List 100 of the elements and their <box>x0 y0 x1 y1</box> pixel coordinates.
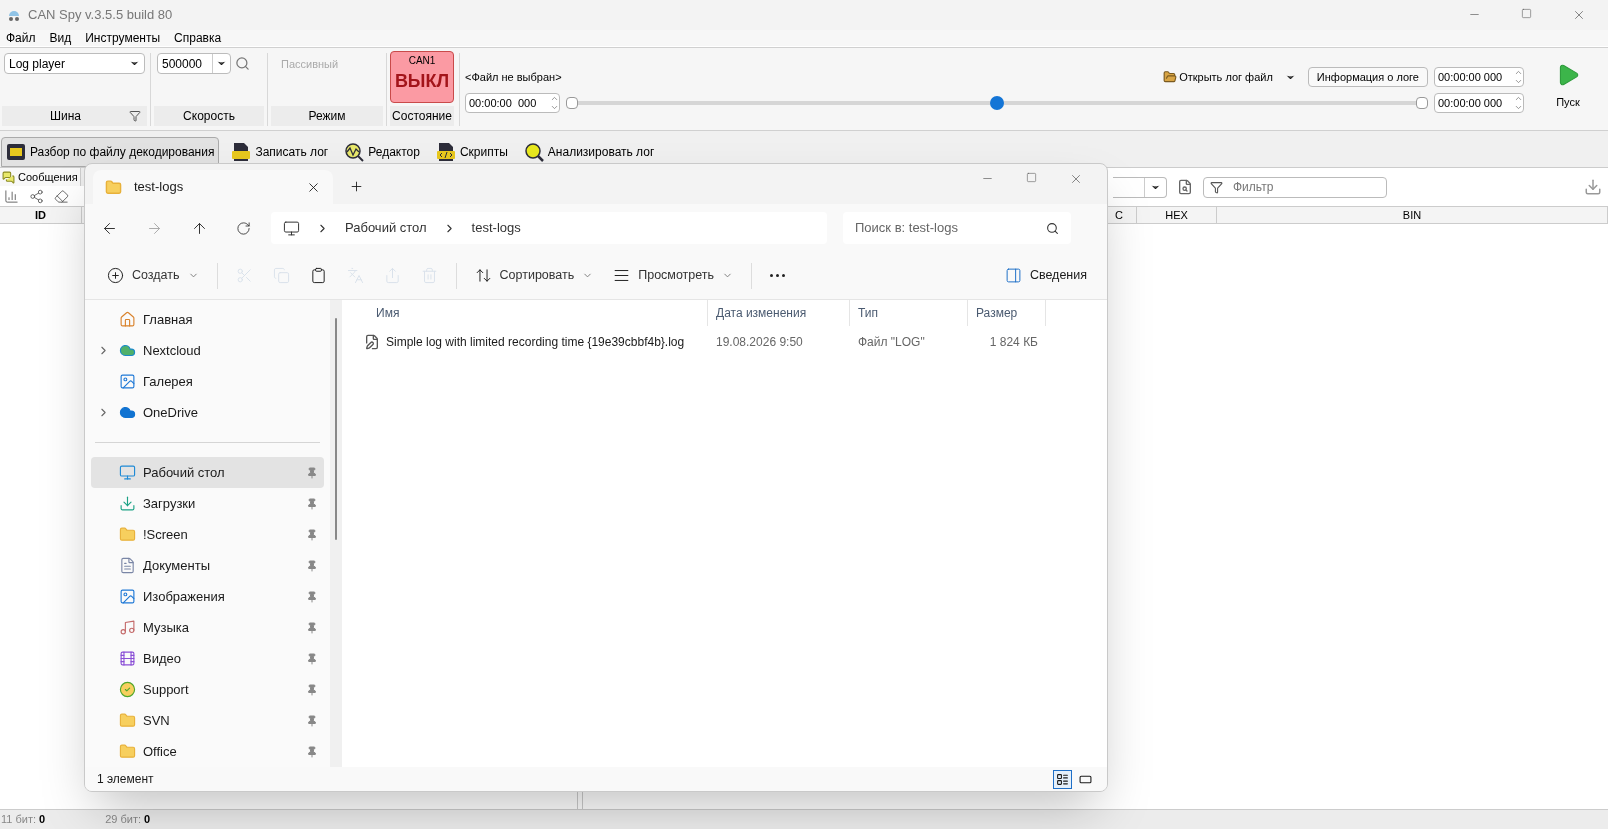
address-bar[interactable]: Рабочий стол test-logs <box>271 212 827 244</box>
download-icon <box>119 495 136 512</box>
sidebar-item[interactable]: Видео <box>91 643 324 674</box>
position-field[interactable]: 00:00:00 000 <box>465 93 560 113</box>
maximize-icon[interactable] <box>1521 8 1532 19</box>
sidebar-item[interactable]: Музыка <box>91 612 324 643</box>
menu-item[interactable]: Инструменты <box>85 29 161 47</box>
spin-buttons[interactable] <box>1514 68 1523 86</box>
status-counter: 11 бит: 0 <box>1 812 46 828</box>
tool-tab[interactable]: Разбор по файлу декодирования <box>1 137 220 167</box>
sidebar-item[interactable]: Главная <box>91 304 324 335</box>
file-label: <Файл не выбран> <box>465 69 563 85</box>
range-end-handle[interactable] <box>1416 97 1428 109</box>
eraser-icon[interactable] <box>54 188 69 204</box>
group-label: Скорость <box>154 106 264 126</box>
graph-icon[interactable] <box>29 188 44 204</box>
filter-icon[interactable] <box>129 110 141 122</box>
sidebar-item[interactable]: Галерея <box>91 366 324 397</box>
open-log-button[interactable]: Открыть лог файл <box>1163 68 1273 86</box>
file-search-icon[interactable] <box>1177 179 1193 195</box>
status-counter: 29 бит: 0 <box>105 812 151 828</box>
cloud-icon <box>119 404 136 421</box>
command-button[interactable]: Сортировать <box>464 259 604 292</box>
scrollbar[interactable] <box>335 318 337 540</box>
messages-tab[interactable]: Сообщения <box>0 168 81 186</box>
file-size: 1 824 КБ <box>988 334 1039 351</box>
combo-box[interactable] <box>1113 176 1167 198</box>
spin-buttons[interactable] <box>1514 94 1523 112</box>
end-time-field[interactable]: 00:00:00 000 <box>1434 93 1524 113</box>
picture-icon <box>119 588 136 605</box>
folder-icon <box>119 526 136 543</box>
cloud-icon <box>119 342 136 359</box>
sidebar-item[interactable]: SVN <box>91 705 324 736</box>
search-field[interactable]: Поиск в: test-logs <box>843 212 1071 244</box>
bus-dropdown[interactable]: Log player <box>4 53 145 74</box>
channel-state-button[interactable]: CAN1 ВЫКЛ <box>390 51 454 103</box>
column-header[interactable]: Тип <box>850 300 968 326</box>
filter-icon <box>1210 180 1223 194</box>
menu-item[interactable]: Справка <box>174 29 222 47</box>
sidebar-item[interactable]: Изображения <box>91 581 324 612</box>
folder-icon <box>119 712 136 729</box>
play-button[interactable]: Пуск <box>1528 53 1608 126</box>
file-type: Файл "LOG" <box>857 334 926 351</box>
close-icon[interactable] <box>1069 172 1083 186</box>
mode-value: Пассивный <box>281 58 339 70</box>
close-icon[interactable] <box>1572 8 1586 22</box>
sidebar-item[interactable]: OneDrive <box>91 397 324 428</box>
new-tab-icon[interactable] <box>349 179 364 194</box>
computer-icon <box>283 219 300 237</box>
sidebar-item[interactable]: Support <box>91 674 324 705</box>
code-file-icon <box>435 142 456 162</box>
chip-icon <box>6 142 26 162</box>
spin-buttons[interactable] <box>550 94 559 112</box>
home-icon <box>119 311 136 328</box>
video-icon <box>119 650 136 667</box>
details-button[interactable]: Сведения <box>996 259 1095 292</box>
log-file-icon <box>231 142 252 162</box>
breadcrumb-item[interactable]: test-logs <box>471 218 521 238</box>
desktop-icon <box>119 464 136 481</box>
view-button[interactable] <box>1053 769 1072 789</box>
range-start-handle[interactable] <box>566 97 578 109</box>
command-button[interactable]: Создать <box>97 259 209 292</box>
waveform-magnifier-icon <box>344 142 365 162</box>
command-button[interactable]: Просмотреть <box>603 259 744 292</box>
column-header[interactable]: C <box>1113 207 1137 223</box>
chart-icon[interactable] <box>4 188 19 204</box>
column-header[interactable]: Размер <box>968 300 1046 326</box>
refresh-icon[interactable] <box>236 220 251 236</box>
synced-folder-icon <box>119 681 136 698</box>
column-header[interactable]: Дата изменения <box>708 300 850 326</box>
menu-item[interactable]: Вид <box>49 29 72 47</box>
column-header[interactable]: BIN <box>1217 207 1608 223</box>
column-header[interactable]: ID <box>0 207 82 223</box>
breadcrumb-item[interactable]: Рабочий стол <box>345 218 427 238</box>
file-name: Simple log with limited recording time {19e39cbbf4b}.log <box>386 334 685 351</box>
sidebar-item[interactable]: !Screen <box>91 519 324 550</box>
search-icon <box>1046 221 1059 235</box>
log-info-button[interactable]: Информация о логе <box>1307 67 1428 87</box>
playback-slider[interactable] <box>566 96 1428 110</box>
menu-item[interactable]: Файл <box>6 29 36 47</box>
sidebar-item[interactable]: Рабочий стол <box>91 457 324 488</box>
explorer-tab[interactable]: test-logs <box>93 170 333 204</box>
download-icon[interactable] <box>1584 178 1602 196</box>
column-header[interactable]: HEX <box>1137 207 1217 223</box>
maximize-icon[interactable] <box>1026 172 1037 183</box>
sidebar-item[interactable]: Nextcloud <box>91 335 324 366</box>
filter-field[interactable]: Фильтр <box>1203 176 1387 198</box>
details-view-icon <box>1056 772 1069 786</box>
file-row[interactable]: Simple log with limited recording time {19e39cbbf4b}.log 19.08.2026 9:50 Файл "LOG" 1 824 КБ <box>362 326 1107 358</box>
tool-tab[interactable]: Анализировать лог <box>519 137 659 167</box>
slider-thumb[interactable] <box>990 96 1004 110</box>
sidebar-item[interactable]: Загрузки <box>91 488 324 519</box>
document-icon <box>119 557 136 574</box>
sidebar-item[interactable]: Документы <box>91 550 324 581</box>
column-header[interactable]: Имя <box>362 300 708 326</box>
speed-dropdown[interactable]: 500000 <box>157 53 231 74</box>
start-time-field[interactable]: 00:00:00 000 <box>1434 67 1524 87</box>
tab-title: test-logs <box>134 178 185 197</box>
sidebar-item[interactable]: Office <box>91 736 324 767</box>
search-icon[interactable] <box>235 56 250 71</box>
